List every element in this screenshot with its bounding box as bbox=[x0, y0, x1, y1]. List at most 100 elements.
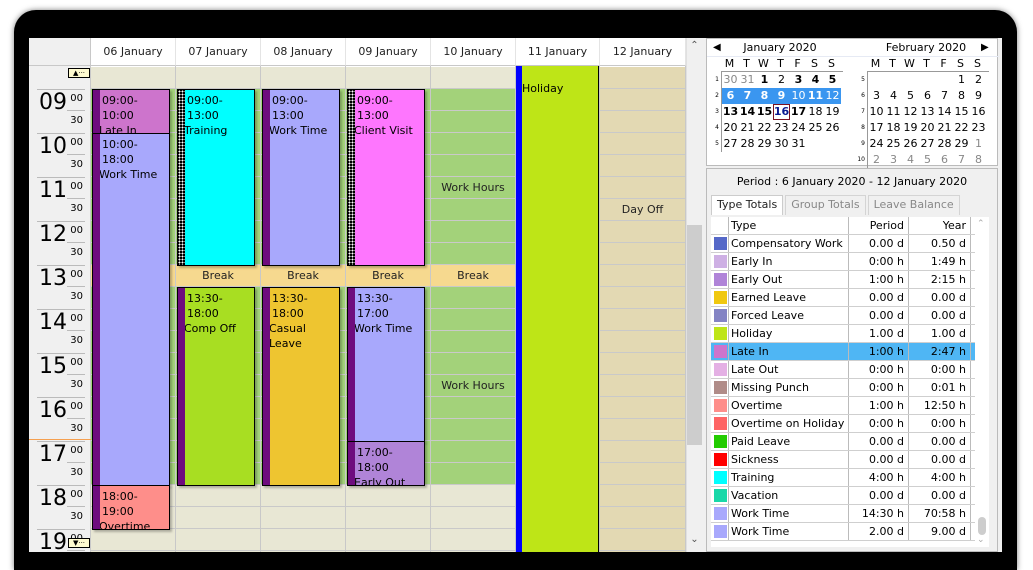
time-slot[interactable] bbox=[176, 485, 260, 507]
appointment[interactable]: 09:00-13:00 Client Visit bbox=[347, 89, 425, 266]
calendar-day[interactable]: 2 bbox=[970, 72, 987, 88]
calendar-day[interactable]: 19 bbox=[824, 104, 841, 120]
calendar-day[interactable]: 31 bbox=[739, 72, 756, 88]
table-scroll-thumb[interactable] bbox=[978, 517, 986, 535]
calendar-day[interactable]: 7 bbox=[936, 88, 953, 104]
calendar-day[interactable]: 11 bbox=[885, 104, 902, 120]
day-header[interactable]: 08 January bbox=[261, 38, 346, 66]
calendar-day[interactable]: 12 bbox=[824, 88, 841, 104]
calendar-day[interactable]: 6 bbox=[722, 88, 739, 104]
calendar-day[interactable]: 16 bbox=[970, 104, 987, 120]
time-slot[interactable] bbox=[600, 309, 685, 331]
tab-leave-balance[interactable]: Leave Balance bbox=[867, 195, 960, 215]
appointment[interactable]: 10:00-18:00 Work Time bbox=[92, 133, 170, 486]
appointment[interactable]: 13:30-17:00 Work Time bbox=[347, 287, 425, 442]
calendar-day[interactable]: 18 bbox=[885, 120, 902, 136]
time-slot[interactable] bbox=[346, 67, 430, 89]
time-slot[interactable] bbox=[431, 463, 515, 485]
time-slot[interactable] bbox=[600, 485, 685, 507]
calendar-day[interactable]: 23 bbox=[773, 120, 790, 136]
time-slot[interactable] bbox=[600, 419, 685, 441]
chevron-down-icon[interactable]: ⌄ bbox=[977, 535, 985, 545]
time-slot[interactable] bbox=[600, 287, 685, 309]
table-row[interactable]: Vacation 0.00 d 0.00 d bbox=[711, 487, 975, 505]
calendar-day[interactable]: 24 bbox=[868, 136, 885, 152]
calendar-day[interactable]: 15 bbox=[953, 104, 970, 120]
time-slot[interactable] bbox=[261, 485, 345, 507]
time-slot[interactable] bbox=[600, 507, 685, 529]
calendar-day[interactable]: 1 bbox=[953, 72, 970, 88]
time-slot[interactable] bbox=[600, 177, 685, 199]
calendar-day[interactable]: 2 bbox=[868, 152, 885, 168]
column-header-period[interactable]: Period bbox=[849, 217, 909, 234]
time-slot[interactable] bbox=[431, 441, 515, 463]
calendar-day[interactable]: 22 bbox=[953, 120, 970, 136]
table-row[interactable]: Late In 1:00 h 2:47 h bbox=[711, 343, 975, 361]
day-header[interactable]: 12 January bbox=[600, 38, 686, 66]
time-slot[interactable] bbox=[600, 221, 685, 243]
time-slot[interactable] bbox=[261, 529, 345, 551]
day-column[interactable]: Break Work Hours Work Hours bbox=[431, 66, 516, 552]
calendar-day[interactable]: 10 bbox=[790, 88, 807, 104]
calendar-day[interactable]: 16 bbox=[773, 104, 790, 120]
calendar-day[interactable]: 6 bbox=[919, 88, 936, 104]
appointment[interactable]: 09:00-13:00 Training bbox=[177, 89, 255, 266]
table-scrollbar[interactable]: ⌃ ⌄ bbox=[975, 217, 989, 547]
calendar-day[interactable]: 17 bbox=[790, 104, 807, 120]
calendar-day[interactable]: 7 bbox=[739, 88, 756, 104]
table-row[interactable]: Earned Leave 0.00 d 0.00 d bbox=[711, 289, 975, 307]
time-slot[interactable] bbox=[600, 67, 685, 89]
time-slot[interactable] bbox=[600, 529, 685, 551]
day-header[interactable]: 09 January bbox=[346, 38, 431, 66]
appointment[interactable]: 18:00-19:00 Overtime bbox=[92, 485, 170, 530]
calendar-day[interactable]: 3 bbox=[885, 152, 902, 168]
time-slot[interactable] bbox=[600, 111, 685, 133]
table-row[interactable]: Paid Leave 0.00 d 0.00 d bbox=[711, 433, 975, 451]
holiday-event[interactable]: Holiday bbox=[516, 66, 599, 552]
calendar-day[interactable]: 25 bbox=[807, 120, 824, 136]
calendar-day[interactable]: 27 bbox=[919, 136, 936, 152]
calendar-day[interactable]: 24 bbox=[790, 120, 807, 136]
time-slot[interactable] bbox=[431, 529, 515, 551]
day-header[interactable]: 10 January bbox=[431, 38, 516, 66]
calendar-day[interactable]: 19 bbox=[902, 120, 919, 136]
time-slot[interactable] bbox=[431, 419, 515, 441]
calendar-day[interactable]: 21 bbox=[936, 120, 953, 136]
appointment[interactable]: 17:00-18:00 Early Out bbox=[347, 441, 425, 486]
calendar-day[interactable]: 14 bbox=[739, 104, 756, 120]
calendar-day[interactable]: 18 bbox=[807, 104, 824, 120]
calendar-day[interactable]: 11 bbox=[807, 88, 824, 104]
scheduler-scroll-thumb[interactable] bbox=[687, 225, 702, 445]
calendar-day[interactable]: 8 bbox=[970, 152, 987, 168]
calendar-day[interactable]: 4 bbox=[885, 88, 902, 104]
calendar-day[interactable]: 3 bbox=[790, 72, 807, 88]
time-slot[interactable] bbox=[346, 529, 430, 551]
calendar-day[interactable]: 30 bbox=[773, 136, 790, 152]
scroll-later-events-icon[interactable]: ▼··· bbox=[68, 538, 90, 548]
calendar-day[interactable]: 5 bbox=[824, 72, 841, 88]
calendar-day[interactable]: 28 bbox=[739, 136, 756, 152]
time-slot[interactable] bbox=[600, 89, 685, 111]
time-slot[interactable] bbox=[431, 243, 515, 265]
table-row[interactable]: Overtime on Holiday 0:00 h 0:00 h bbox=[711, 415, 975, 433]
time-slot[interactable] bbox=[431, 221, 515, 243]
time-slot[interactable] bbox=[261, 67, 345, 89]
day-column[interactable]: Day Off bbox=[600, 66, 686, 552]
time-slot[interactable] bbox=[600, 463, 685, 485]
time-slot[interactable] bbox=[346, 485, 430, 507]
time-slot[interactable] bbox=[176, 529, 260, 551]
calendar-day[interactable]: 1 bbox=[756, 72, 773, 88]
calendar-day[interactable]: 21 bbox=[739, 120, 756, 136]
tab-group-totals[interactable]: Group Totals bbox=[785, 195, 866, 215]
appointment[interactable]: 13:30-18:00 Comp Off bbox=[177, 287, 255, 486]
calendar-day[interactable]: 6 bbox=[936, 152, 953, 168]
time-slot[interactable] bbox=[431, 155, 515, 177]
calendar-day[interactable]: 13 bbox=[722, 104, 739, 120]
time-slot[interactable] bbox=[431, 485, 515, 507]
calendar-day[interactable]: 8 bbox=[953, 88, 970, 104]
day-header[interactable]: 06 January bbox=[91, 38, 176, 66]
calendar-day[interactable]: 22 bbox=[756, 120, 773, 136]
time-slot[interactable] bbox=[600, 397, 685, 419]
calendar-day[interactable]: 2 bbox=[773, 72, 790, 88]
time-slot[interactable] bbox=[431, 199, 515, 221]
